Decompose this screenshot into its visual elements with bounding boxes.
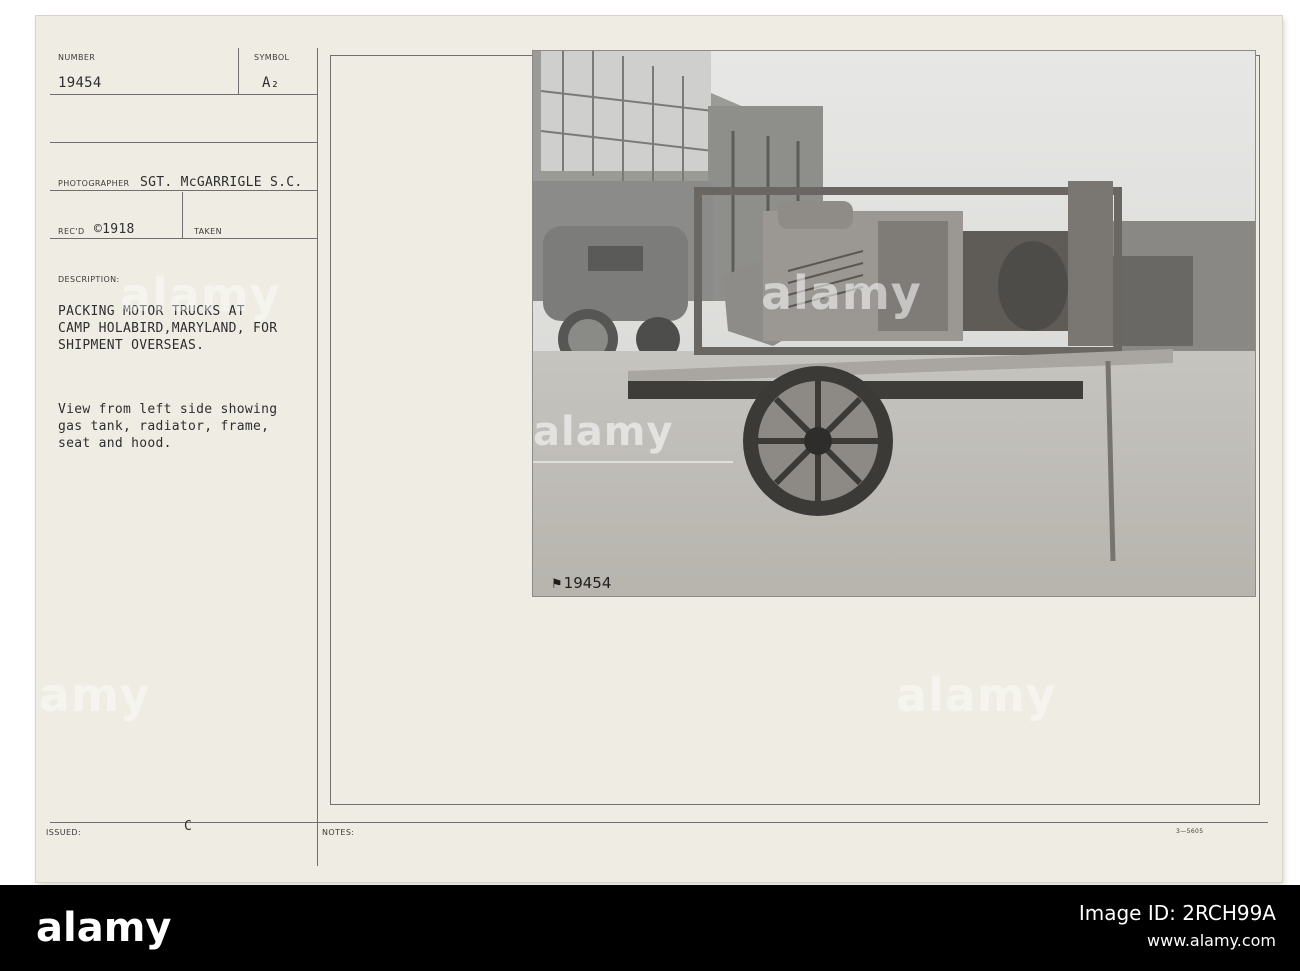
photo-watermark: alamy [761, 266, 922, 320]
description-title-line-2: CAMP HOLABIRD,MARYLAND, FOR [58, 321, 278, 336]
rule-number [50, 94, 318, 95]
description-detail-line-2: gas tank, radiator, frame, [58, 419, 270, 434]
description-detail-line-3: seat and hood. [58, 436, 172, 451]
footer-logo[interactable]: alamy [36, 905, 171, 951]
card-watermark-left: alamy [0, 668, 151, 722]
photo-watermark-lower: alamy [533, 409, 674, 455]
card-watermark-top: alamy [120, 268, 281, 322]
symbol-value: A₂ [262, 75, 280, 91]
notes-label: NOTES: [322, 828, 355, 837]
watermark-line [533, 461, 733, 463]
rule-bottom [50, 822, 1268, 823]
card-watermark-right: alamy [896, 668, 1057, 722]
negative-number: ⚑19454 [551, 574, 611, 592]
description-label: DESCRIPTION: [58, 275, 120, 284]
recd-label: REC'D [58, 227, 85, 236]
rule-photographer [50, 190, 318, 191]
archival-photograph: alamy alamy ⚑19454 [532, 50, 1256, 597]
description-detail-line-1: View from left side showing [58, 402, 278, 417]
number-label: NUMBER [58, 53, 96, 62]
rule-recd [50, 238, 318, 239]
recd-divider [182, 192, 183, 238]
number-value: 19454 [58, 75, 102, 91]
recd-value: ©1918 [94, 222, 135, 237]
signal-corps-mark-icon: ⚑ [551, 577, 563, 592]
header-divider [238, 48, 239, 94]
symbol-label: SYMBOL [254, 53, 290, 62]
photographer-value: SGT. McGARRIGLE S.C. [140, 175, 303, 190]
photographer-label: PHOTOGRAPHER [58, 179, 130, 188]
image-id: Image ID: 2RCH99A [1078, 901, 1276, 925]
negative-number-value: 19454 [563, 574, 612, 592]
form-number: 3—5605 [1176, 828, 1204, 835]
issued-label: ISSUED: [46, 828, 82, 837]
description-title-line-3: SHIPMENT OVERSEAS. [58, 338, 205, 353]
taken-label: TAKEN [194, 227, 223, 236]
rule-blank [50, 142, 318, 143]
site-url[interactable]: www.alamy.com [1147, 931, 1276, 950]
card-column-divider [317, 48, 318, 866]
footer-band: alamy Image ID: 2RCH99A www.alamy.com [0, 885, 1300, 971]
issued-value: C [184, 819, 193, 834]
truck-packing-photo [533, 51, 1255, 596]
